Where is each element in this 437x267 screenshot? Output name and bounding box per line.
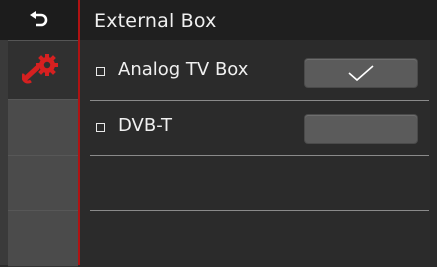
option-row-analog-tv-box[interactable]: Analog TV Box xyxy=(90,44,429,101)
dvb-t-toggle[interactable] xyxy=(305,115,417,143)
tab-settings[interactable] xyxy=(8,40,78,100)
back-button[interactable] xyxy=(0,0,78,40)
settings-gear-wrench-icon xyxy=(22,54,58,84)
checkmark-icon xyxy=(348,65,374,82)
analog-tv-box-toggle[interactable] xyxy=(305,59,417,87)
tab-4[interactable] xyxy=(8,210,78,267)
back-arrow-icon xyxy=(30,11,48,27)
option-row-empty xyxy=(90,155,429,211)
screen: External Box Analog TV Box DVB-T xyxy=(0,0,437,267)
header-bar: External Box xyxy=(80,0,437,40)
checkbox-icon xyxy=(96,67,105,76)
checkbox-icon xyxy=(96,123,105,132)
option-row-dvb-t[interactable]: DVB-T xyxy=(90,100,429,156)
sidebar xyxy=(0,0,78,267)
divider xyxy=(90,210,429,211)
page-title: External Box xyxy=(94,10,217,32)
options-list: Analog TV Box DVB-T xyxy=(80,40,437,265)
option-label: DVB-T xyxy=(118,115,173,136)
tab-2[interactable] xyxy=(8,99,78,156)
option-label: Analog TV Box xyxy=(118,59,249,80)
tab-3[interactable] xyxy=(8,155,78,211)
